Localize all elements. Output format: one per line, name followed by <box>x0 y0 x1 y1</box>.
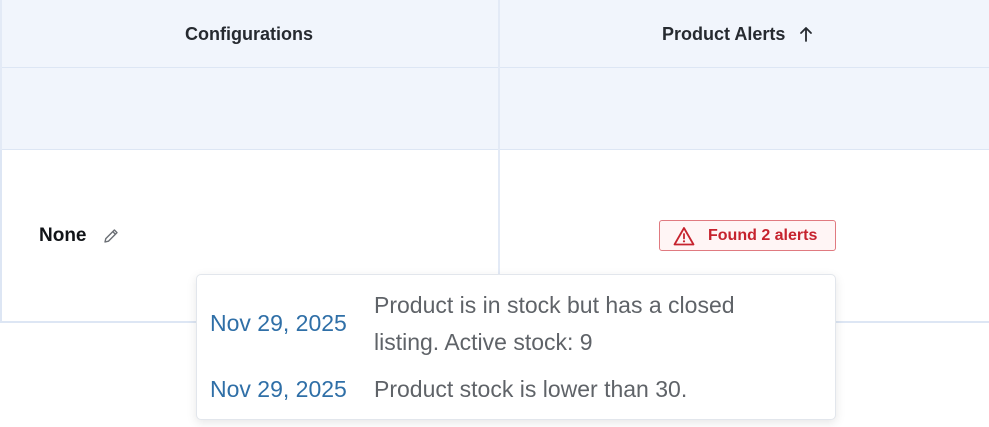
configuration-cell: None <box>39 225 121 247</box>
alert-list-item: Nov 29, 2025 Product stock is lower than… <box>197 371 794 408</box>
column-header-product-alerts[interactable]: Product Alerts <box>500 0 989 68</box>
column-header-configurations[interactable]: Configurations <box>0 0 498 68</box>
alerts-table-view: Configurations Product Alerts None Found… <box>0 0 989 427</box>
warning-triangle-icon <box>673 226 695 245</box>
alert-date[interactable]: Nov 29, 2025 <box>197 287 374 342</box>
alert-message: Product is in stock but has a closed lis… <box>374 292 735 355</box>
alerts-badge-label: Found 2 alerts <box>708 226 818 244</box>
column-header-label: Configurations <box>185 23 313 44</box>
alert-date[interactable]: Nov 29, 2025 <box>197 371 374 408</box>
alert-list-item: Nov 29, 2025 Product is in stock but has… <box>197 287 794 361</box>
alerts-badge[interactable]: Found 2 alerts <box>659 220 836 251</box>
pencil-icon[interactable] <box>101 226 121 246</box>
table-filter-row <box>0 68 989 150</box>
configuration-value: None <box>39 225 87 246</box>
alert-message: Product stock is lower than 30. <box>374 376 688 402</box>
column-header-label: Product Alerts <box>662 23 786 44</box>
arrow-up-icon[interactable] <box>799 26 813 42</box>
alerts-popover: Nov 29, 2025 Product is in stock but has… <box>196 274 836 420</box>
